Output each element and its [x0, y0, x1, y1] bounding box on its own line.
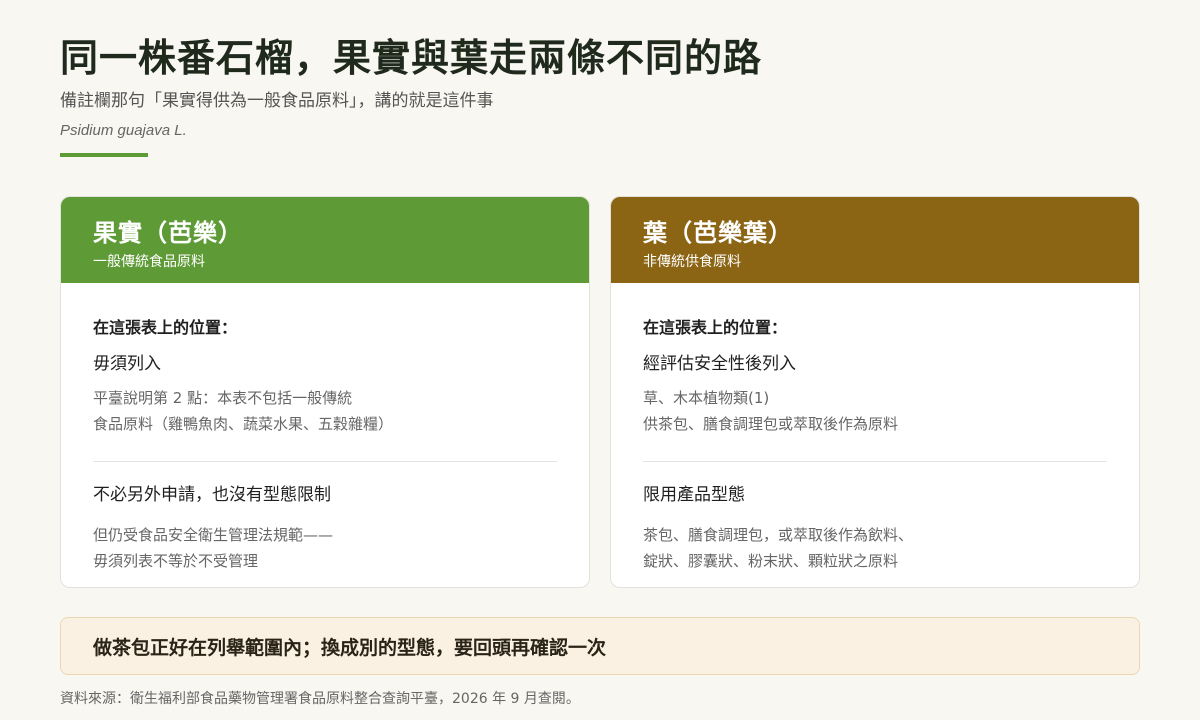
header: 同一株番石榴，果實與葉走兩條不同的路 備註欄那句「果實得供為一般食品原料」，講的…	[60, 34, 1140, 157]
fruit-point: 不必另外申請，也沒有型態限制	[93, 485, 331, 505]
latin-name: Psidium guajava L.	[60, 122, 187, 139]
source-footer: 資料來源：衛生福利部食品藥物管理署食品原料整合查詢平臺，2026 年 9 月查閱…	[60, 691, 580, 707]
page-title: 同一株番石榴，果實與葉走兩條不同的路	[60, 36, 763, 80]
page-subtitle: 備註欄那句「果實得供為一般食品原料」，講的就是這件事	[60, 91, 494, 111]
leaf-note-line: 草、木本植物類(1)	[643, 389, 770, 407]
fruit-note-line: 平臺說明第 2 點：本表不包括一般傳統	[93, 389, 353, 407]
fruit-card: 果實（芭樂） 一般傳統食品原料 在這張表上的位置： 毋須列入 平臺說明第 2 點…	[60, 196, 590, 588]
fruit-card-body: 在這張表上的位置： 毋須列入 平臺說明第 2 點：本表不包括一般傳統 食品原料（…	[61, 283, 589, 574]
fruit-point-note-line: 毋須列表不等於不受管理	[93, 552, 259, 570]
leaf-point-note-line: 茶包、膳食調理包，或萃取後作為飲料、	[643, 526, 914, 544]
card-divider	[93, 461, 557, 462]
fruit-point-note-line: 但仍受食品安全衛生管理法規範——	[93, 526, 334, 544]
callout-box: 做茶包正好在列舉範圍內；換成別的型態，要回頭再確認一次	[60, 617, 1140, 675]
leaf-note-line: 供茶包、膳食調理包或萃取後作為原料	[643, 415, 899, 433]
leaf-card: 葉（芭樂葉） 非傳統供食原料 在這張表上的位置： 經評估安全性後列入 草、木本植…	[610, 196, 1140, 588]
fruit-note: 平臺說明第 2 點：本表不包括一般傳統 食品原料（雞鴨魚肉、蔬菜水果、五穀雜糧）	[93, 385, 557, 437]
fruit-note-line: 食品原料（雞鴨魚肉、蔬菜水果、五穀雜糧）	[93, 415, 394, 433]
fruit-card-subtitle: 一般傳統食品原料	[93, 254, 205, 270]
card-divider	[643, 461, 1107, 462]
leaf-card-title: 葉（芭樂葉）	[643, 219, 793, 247]
accent-divider	[60, 153, 148, 157]
fruit-status: 毋須列入	[93, 354, 161, 374]
fruit-card-header: 果實（芭樂） 一般傳統食品原料	[61, 197, 589, 283]
position-label: 在這張表上的位置：	[643, 318, 788, 337]
leaf-status: 經評估安全性後列入	[643, 354, 796, 374]
callout-text: 做茶包正好在列舉範圍內；換成別的型態，要回頭再確認一次	[93, 636, 607, 659]
leaf-point: 限用產品型態	[643, 485, 745, 505]
leaf-point-note: 茶包、膳食調理包，或萃取後作為飲料、 錠狀、膠囊狀、粉末狀、顆粒狀之原料	[643, 522, 1107, 574]
leaf-note: 草、木本植物類(1) 供茶包、膳食調理包或萃取後作為原料	[643, 385, 1107, 437]
fruit-point-note: 但仍受食品安全衛生管理法規範—— 毋須列表不等於不受管理	[93, 522, 557, 574]
position-label: 在這張表上的位置：	[93, 318, 238, 337]
fruit-card-title: 果實（芭樂）	[93, 219, 243, 247]
leaf-point-note-line: 錠狀、膠囊狀、粉末狀、顆粒狀之原料	[643, 552, 899, 570]
leaf-card-body: 在這張表上的位置： 經評估安全性後列入 草、木本植物類(1) 供茶包、膳食調理包…	[611, 283, 1139, 574]
leaf-card-header: 葉（芭樂葉） 非傳統供食原料	[611, 197, 1139, 283]
leaf-card-subtitle: 非傳統供食原料	[643, 254, 741, 270]
